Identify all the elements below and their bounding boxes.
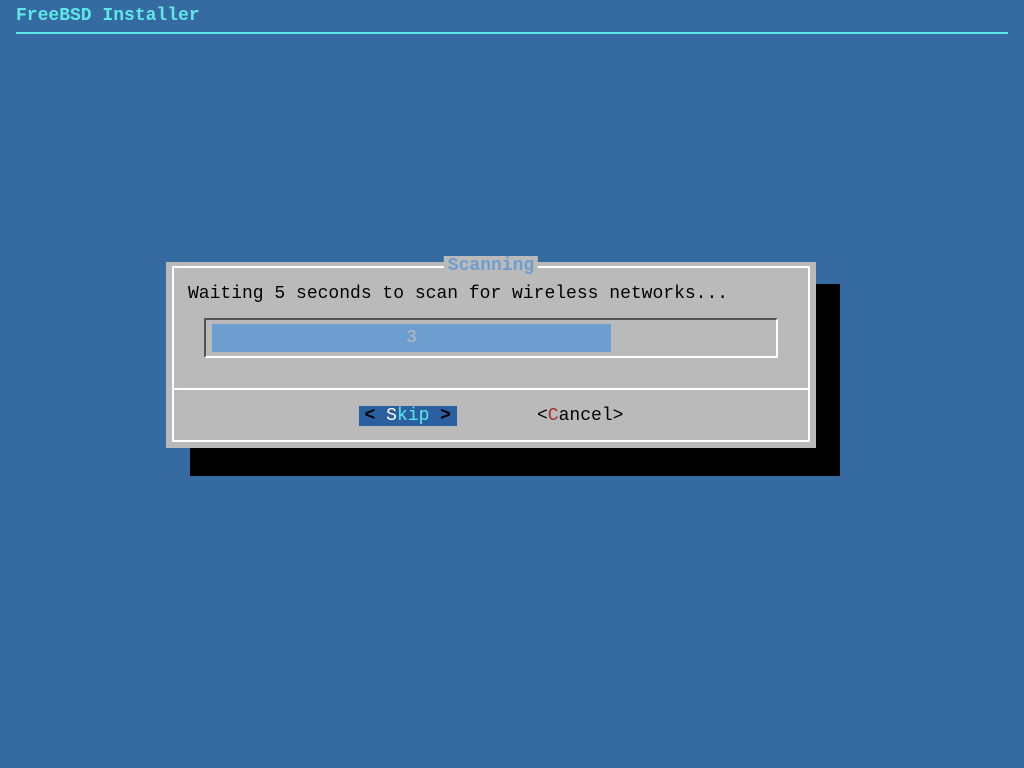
skip-rest: kip [397,406,429,426]
header-divider [16,32,1008,34]
dialog-title: Scanning [444,256,538,276]
cancel-open-bracket: < [537,406,548,426]
dialog-body: Waiting 5 seconds to scan for wireless n… [174,268,808,388]
button-row: < Skip > <Cancel> [174,388,808,440]
skip-close-bracket: > [429,406,451,426]
skip-hotkey: S [386,406,397,426]
cancel-button[interactable]: <Cancel> [537,406,623,426]
progress-bar: 3 [204,318,778,358]
progress-fill: 3 [212,324,611,352]
installer-title: FreeBSD Installer [0,0,1024,28]
progress-value: 3 [406,328,417,348]
scanning-dialog: Scanning Waiting 5 seconds to scan for w… [166,262,816,448]
cancel-close-bracket: > [613,406,624,426]
skip-open-bracket: < [365,406,387,426]
cancel-hotkey: C [548,406,559,426]
skip-button[interactable]: < Skip > [359,406,457,426]
dialog-frame: Scanning Waiting 5 seconds to scan for w… [172,266,810,442]
cancel-rest: ancel [559,406,613,426]
dialog-message: Waiting 5 seconds to scan for wireless n… [184,284,798,318]
